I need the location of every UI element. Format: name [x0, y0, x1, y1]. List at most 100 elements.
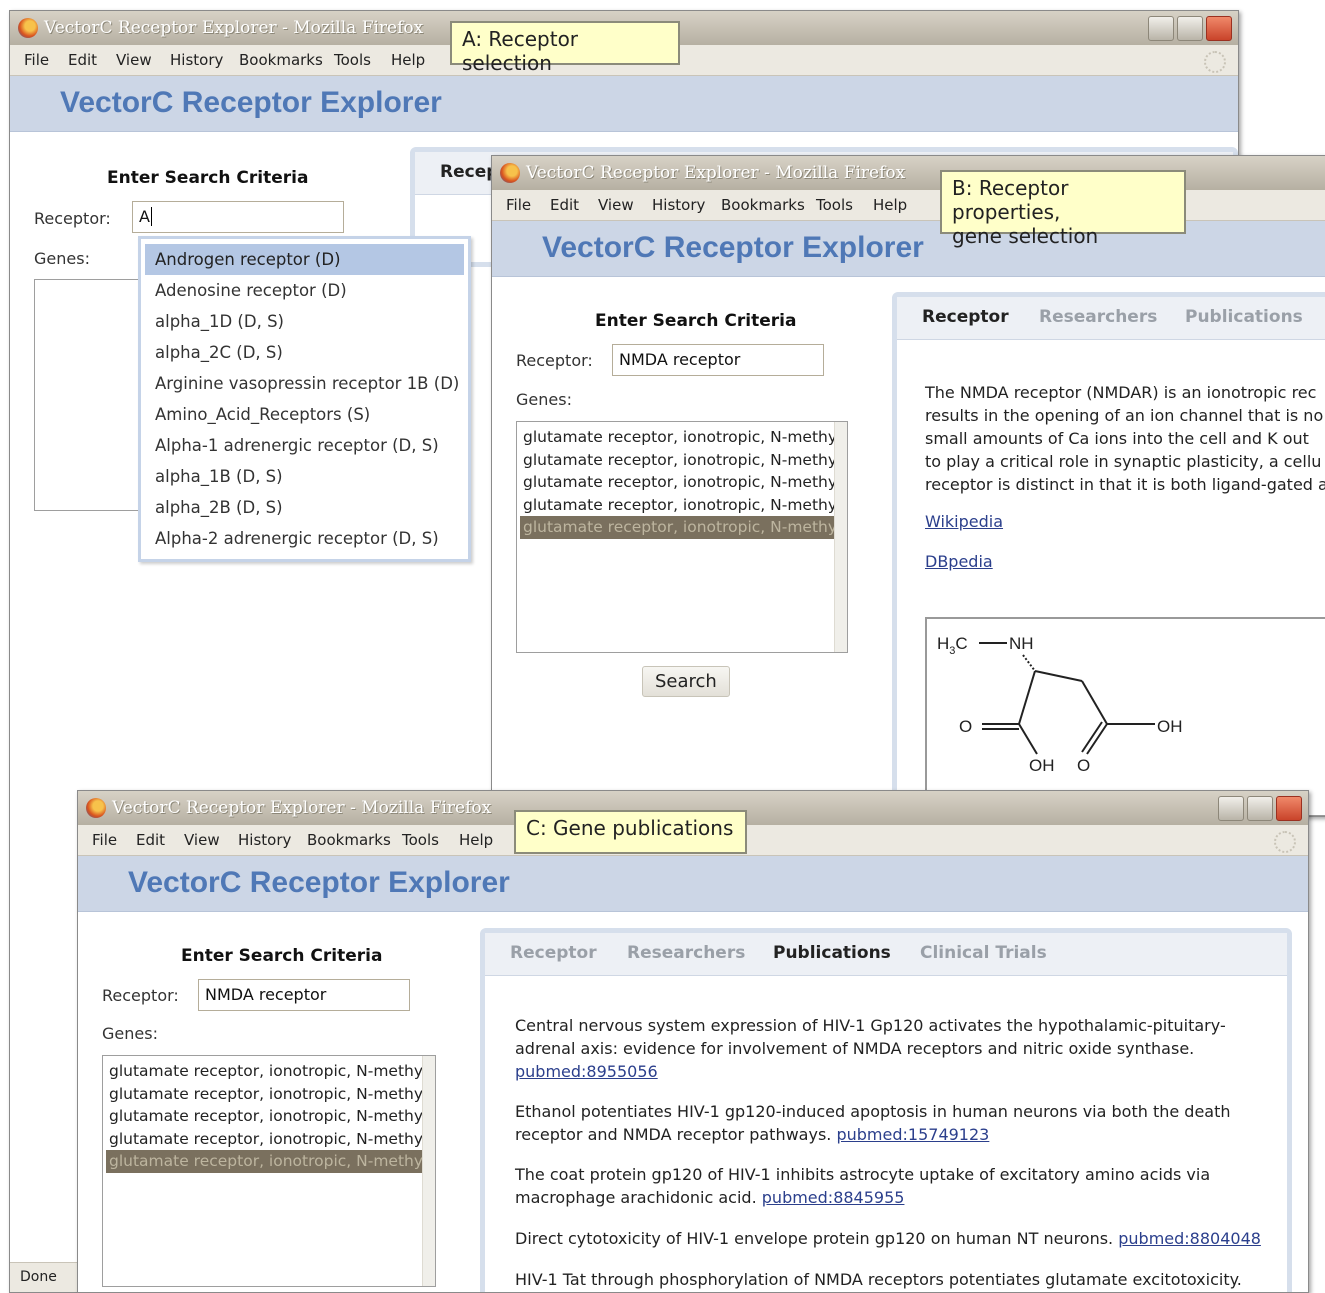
receptor-description: The NMDA receptor (NMDAR) is an ionotrop…	[925, 381, 1325, 496]
autocomplete-option[interactable]: Alpha-2 adrenergic receptor (D, S)	[145, 523, 464, 554]
menu-file[interactable]: File	[24, 51, 49, 69]
minimize-icon[interactable]	[1218, 796, 1244, 821]
publication-text: Central nervous system expression of HIV…	[515, 1016, 1226, 1035]
minimize-icon[interactable]	[1148, 16, 1174, 41]
genes-listbox[interactable]	[34, 279, 142, 511]
receptor-input[interactable]: NMDA receptor	[612, 344, 824, 376]
tab-researchers[interactable]: Researchers	[1039, 307, 1157, 327]
search-heading: Enter Search Criteria	[181, 946, 383, 966]
app-header: VectorC Receptor Explorer	[492, 221, 1325, 277]
search-button[interactable]: Search	[642, 666, 730, 697]
pubmed-link[interactable]: pubmed:8845955	[762, 1188, 905, 1207]
menu-edit[interactable]: Edit	[68, 51, 97, 69]
receptor-label: Receptor:	[34, 209, 111, 228]
description-line: receptor is distinct in that it is both …	[925, 475, 1325, 494]
autocomplete-option[interactable]: Amino_Acid_Receptors (S)	[145, 399, 464, 430]
autocomplete-option[interactable]: alpha_2C (D, S)	[145, 337, 464, 368]
maximize-icon[interactable]	[1177, 16, 1203, 41]
publication-text: Ethanol potentiates HIV-1 gp120-induced …	[515, 1102, 1231, 1121]
menu-history[interactable]: History	[170, 51, 223, 69]
gene-option[interactable]: glutamate receptor, ionotropic, N-methyl	[520, 426, 844, 449]
genes-label: Genes:	[102, 1024, 158, 1043]
gene-option[interactable]: glutamate receptor, ionotropic, N-methyl	[106, 1060, 432, 1083]
autocomplete-option[interactable]: alpha_1B (D, S)	[145, 461, 464, 492]
menu-file[interactable]: File	[506, 196, 531, 214]
window-c: VectorC Receptor Explorer - Mozilla Fire…	[77, 790, 1309, 1293]
genes-label: Genes:	[516, 390, 572, 409]
tab-bar: Receptor Researchers Publications	[897, 297, 1325, 340]
gene-option[interactable]: glutamate receptor, ionotropic, N-methyl	[520, 471, 844, 494]
tab-publications[interactable]: Publications	[773, 943, 891, 963]
publication-item: HIV-1 Tat through phosphorylation of NMD…	[515, 1268, 1267, 1291]
close-icon[interactable]	[1276, 796, 1302, 821]
menu-history[interactable]: History	[238, 831, 291, 849]
window-controls	[1218, 796, 1302, 821]
tab-receptor[interactable]: Receptor	[510, 943, 597, 963]
gene-option[interactable]: glutamate receptor, ionotropic, N-methyl	[106, 1105, 432, 1128]
publication-item: Central nervous system expression of HIV…	[515, 1014, 1267, 1083]
close-icon[interactable]	[1206, 16, 1232, 41]
tab-researchers[interactable]: Researchers	[627, 943, 745, 963]
menu-help[interactable]: Help	[459, 831, 493, 849]
menu-view[interactable]: View	[598, 196, 634, 214]
h3c-label: H3C	[937, 634, 968, 657]
oh-bottom-label: OH	[1029, 756, 1055, 775]
gene-option[interactable]: glutamate receptor, ionotropic, N-methyl	[520, 449, 844, 472]
gene-option[interactable]: glutamate receptor, ionotropic, N-methyl	[106, 1083, 432, 1106]
app-title: VectorC Receptor Explorer	[542, 231, 924, 264]
publication-text: adrenal axis: evidence for involvement o…	[515, 1039, 1195, 1058]
gene-option[interactable]: glutamate receptor, ionotropic, N-methyl	[520, 494, 844, 517]
tab-receptor[interactable]: Receptor	[922, 307, 1009, 327]
gene-option-selected[interactable]: glutamate receptor, ionotropic, N-methyl	[106, 1150, 432, 1173]
publication-item: Direct cytotoxicity of HIV-1 envelope pr…	[515, 1227, 1267, 1250]
pubmed-link[interactable]: pubmed:8955056	[515, 1062, 658, 1081]
app-header: VectorC Receptor Explorer	[10, 76, 1238, 132]
publication-text: Direct cytotoxicity of HIV-1 envelope pr…	[515, 1229, 1114, 1248]
menu-view[interactable]: View	[116, 51, 152, 69]
genes-listbox[interactable]: glutamate receptor, ionotropic, N-methyl…	[102, 1055, 436, 1287]
listbox-scrollbar[interactable]	[422, 1056, 435, 1286]
autocomplete-option[interactable]: Alpha-1 adrenergic receptor (D, S)	[145, 430, 464, 461]
autocomplete-option[interactable]: Adenosine receptor (D)	[145, 275, 464, 306]
gene-option[interactable]: glutamate receptor, ionotropic, N-methyl	[106, 1128, 432, 1151]
genes-listbox[interactable]: glutamate receptor, ionotropic, N-methyl…	[516, 421, 848, 653]
tab-clinical-trials[interactable]: Clinical Trials	[920, 943, 1047, 963]
autocomplete-option[interactable]: Androgen receptor (D)	[145, 244, 464, 275]
menu-tools[interactable]: Tools	[816, 196, 853, 214]
menu-history[interactable]: History	[652, 196, 705, 214]
listbox-scrollbar[interactable]	[834, 422, 847, 652]
menu-file[interactable]: File	[92, 831, 117, 849]
window-b-titlebar[interactable]: VectorC Receptor Explorer - Mozilla Fire…	[492, 156, 1325, 190]
receptor-input[interactable]: NMDA receptor	[198, 979, 410, 1011]
status-text: Done	[20, 1269, 57, 1285]
menu-bookmarks[interactable]: Bookmarks	[239, 51, 323, 69]
search-heading: Enter Search Criteria	[107, 168, 309, 188]
results-panel: Receptor Researchers Publications The NM…	[892, 292, 1325, 816]
menu-edit[interactable]: Edit	[550, 196, 579, 214]
menu-view[interactable]: View	[184, 831, 220, 849]
menu-tools[interactable]: Tools	[402, 831, 439, 849]
menu-help[interactable]: Help	[391, 51, 425, 69]
tab-publications[interactable]: Publications	[1185, 307, 1303, 327]
autocomplete-option[interactable]: alpha_2B (D, S)	[145, 492, 464, 523]
maximize-icon[interactable]	[1247, 796, 1273, 821]
receptor-input[interactable]: A	[132, 201, 344, 233]
description-line: The NMDA receptor (NMDAR) is an ionotrop…	[925, 383, 1317, 402]
pubmed-link[interactable]: pubmed:15749123	[836, 1125, 989, 1144]
gene-option-selected[interactable]: glutamate receptor, ionotropic, N-methyl	[520, 516, 844, 539]
wikipedia-link[interactable]: Wikipedia	[925, 512, 1003, 531]
dbpedia-link[interactable]: DBpedia	[925, 552, 993, 571]
menu-tools[interactable]: Tools	[334, 51, 371, 69]
autocomplete-option[interactable]: alpha_1D (D, S)	[145, 306, 464, 337]
receptor-input-value: A	[139, 207, 150, 226]
callout-a: A: Receptor selection	[450, 21, 680, 75]
autocomplete-option[interactable]: Arginine vasopressin receptor 1B (D)	[145, 368, 464, 399]
menu-help[interactable]: Help	[873, 196, 907, 214]
pubmed-link[interactable]: pubmed:8804048	[1118, 1229, 1261, 1248]
menu-edit[interactable]: Edit	[136, 831, 165, 849]
receptor-label: Receptor:	[102, 986, 179, 1005]
throbber-icon	[1274, 831, 1296, 853]
menu-bookmarks[interactable]: Bookmarks	[721, 196, 805, 214]
tab-receptor[interactable]: Recep	[440, 162, 498, 182]
menu-bookmarks[interactable]: Bookmarks	[307, 831, 391, 849]
